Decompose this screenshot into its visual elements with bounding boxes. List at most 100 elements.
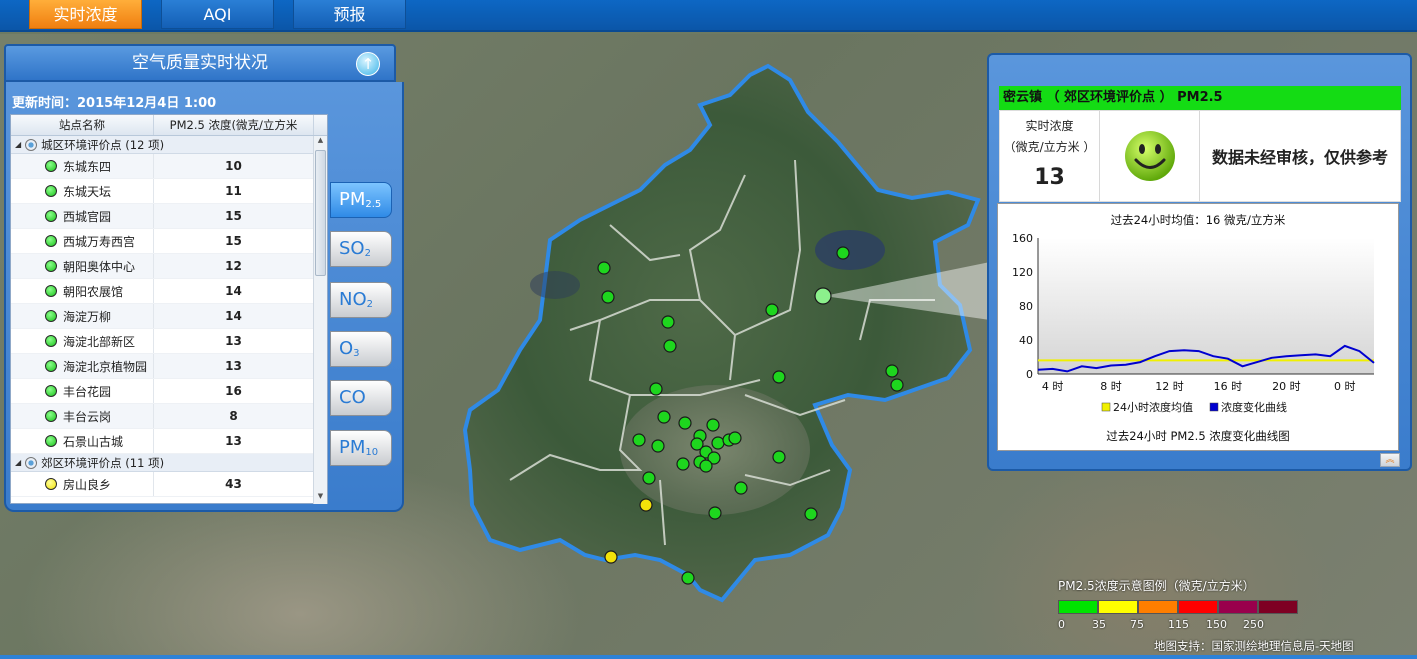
station-name-cell: 海淀北部新区 [11,329,154,353]
y-tick-label: 40 [1019,334,1033,347]
y-tick-label: 120 [1012,266,1033,279]
pollutant-button-o3[interactable]: O3 [330,331,392,367]
scroll-up-arrow[interactable]: ▲ [314,136,327,148]
pollutant-button-pm10[interactable]: PM10 [330,430,392,466]
expand-triangle-icon[interactable]: ◢ [15,454,21,472]
station-row[interactable]: 西城万寿西宫 15 [11,229,313,254]
station-row[interactable]: 房山良乡 43 [11,472,313,497]
tab-realtime-concentration[interactable]: 实时浓度 [29,0,142,29]
x-tick-label: 4 时 [1042,380,1064,393]
station-name-cell: 西城万寿西宫 [11,229,154,253]
tab-forecast[interactable]: 预报 [293,0,406,29]
station-name: 西城万寿西宫 [63,234,136,249]
station-popup: 密云镇 （ 郊区环境评价点 ） PM2.5 实时浓度 （微克/立方米 ） 13 … [987,53,1412,471]
station-value: 16 [225,384,242,398]
station-value: 14 [225,309,242,323]
top-nav-bar: 实时浓度 AQI 预报 [0,0,1417,32]
status-dot-icon [45,285,57,297]
legend-color-1 [1098,600,1138,614]
station-value: 13 [225,334,242,348]
station-value: 12 [225,259,242,273]
station-name-cell: 东城天坛 [11,179,154,203]
station-name: 石景山古城 [63,434,124,449]
station-row[interactable]: 海淀北部新区 13 [11,329,313,354]
station-rows: ◢ 城区环境评价点 (12 项) 东城东四 10 东城天坛 11 西城官园 15 西城万寿西宫 1… [11,136,313,504]
station-row[interactable]: 丰台花园 16 [11,379,313,404]
legend-tick: 35 [1092,618,1106,631]
chart-caption: 过去24小时 PM2.5 浓度变化曲线图 [1106,429,1290,443]
map-credit: 地图支持：国家测绘地理信息局-天地图 [1154,639,1354,653]
expand-triangle-icon[interactable]: ◢ [15,136,21,154]
station-name-cell: 丰台花园 [11,379,154,403]
tab-aqi[interactable]: AQI [161,0,274,29]
station-name-cell: 房山良乡 [11,472,154,496]
popup-info: 实时浓度 （微克/立方米 ） 13 数据未经审核，仅供参考 [999,110,1401,202]
pollutant-button-no2[interactable]: NO2 [330,282,392,318]
data-notice: 数据未经审核，仅供参考 [1211,148,1388,167]
station-name-cell: 朝阳奥体中心 [11,254,154,278]
x-tick-label: 12 时 [1155,380,1184,393]
status-dot-icon [45,410,57,422]
station-row[interactable]: 朝阳农展馆 14 [11,279,313,304]
pollutant-button-pm25[interactable]: PM2.5 [330,182,392,218]
column-header-name[interactable]: 站点名称 [11,115,154,135]
legend-color-4 [1218,600,1258,614]
column-header-value[interactable]: PM2.5 浓度(微克/立方米 [154,115,314,135]
group-header[interactable]: ◢ 城区环境评价点 (12 项) [11,136,313,154]
scroll-down-arrow[interactable]: ▼ [314,492,327,504]
legend-label-1: 浓度变化曲线 [1221,400,1287,414]
station-name-cell: 石景山古城 [11,429,154,453]
station-row[interactable]: 丰台云岗 8 [11,404,313,429]
chart-title: 过去24小时均值：16 微克/立方米 [1111,213,1286,227]
station-name: 朝阳农展馆 [63,284,124,299]
station-row[interactable]: 石景山古城 13 [11,429,313,454]
group-label: 郊区环境评价点 (11 项) [41,455,165,470]
panel-title: 空气质量实时状况 [132,53,268,73]
station-name: 东城天坛 [63,184,112,199]
station-row[interactable]: 海淀北京植物园 13 [11,354,313,379]
scroll-thumb[interactable] [315,150,326,276]
legend-color-bars [1058,600,1318,614]
station-value: 11 [225,184,242,198]
legend-color-2 [1138,600,1178,614]
x-tick-label: 0 时 [1334,380,1356,393]
status-dot-icon [45,385,57,397]
station-value: 14 [225,284,242,298]
pm25-legend: PM2.5浓度示意图例（微克/立方米） 0 35 75 115 150 250 [1058,577,1318,631]
station-row[interactable]: 东城东四 10 [11,154,313,179]
unit-label: （微克/立方米 ） [1003,140,1096,154]
status-dot-icon [45,435,57,447]
status-dot-icon [45,310,57,322]
group-label: 城区环境评价点 (12 项) [41,137,165,152]
legend-title: PM2.5浓度示意图例（微克/立方米） [1058,579,1255,593]
station-value: 15 [225,209,242,223]
legend-tick: 75 [1130,618,1144,631]
realtime-value: 13 [1034,165,1065,190]
station-name: 丰台花园 [63,384,112,399]
table-scrollbar[interactable]: ▲ ▼ [313,136,327,504]
group-header[interactable]: ◢ 郊区环境评价点 (11 项) [11,454,313,472]
air-quality-face [1100,111,1200,201]
table-header: 站点名称 PM2.5 浓度(微克/立方米 [11,115,327,136]
legend-tick: 150 [1206,618,1227,631]
station-value: 13 [225,359,242,373]
collapse-panel-icon[interactable]: ↑ [356,52,380,76]
legend-color-3 [1178,600,1218,614]
station-name-cell: 海淀万柳 [11,304,154,328]
realtime-concentration-cell: 实时浓度 （微克/立方米 ） 13 [1000,111,1100,201]
station-row[interactable]: 西城官园 15 [11,204,313,229]
collapse-popup-icon[interactable]: ︽ [1380,453,1400,467]
station-name-cell: 朝阳农展馆 [11,279,154,303]
station-row[interactable]: 东城天坛 11 [11,179,313,204]
status-dot-icon [45,478,57,490]
station-name: 海淀万柳 [63,309,112,324]
pollutant-button-so2[interactable]: SO2 [330,231,392,267]
legend-swatch-1 [1209,402,1219,412]
pollutant-button-co[interactable]: CO [330,380,392,416]
popup-title: 密云镇 （ 郊区环境评价点 ） PM2.5 [999,86,1401,110]
station-row[interactable]: 朝阳奥体中心 12 [11,254,313,279]
status-dot-icon [45,360,57,372]
station-row[interactable]: 海淀万柳 14 [11,304,313,329]
realtime-label: 实时浓度 [1025,119,1074,133]
status-dot-icon [45,210,57,222]
